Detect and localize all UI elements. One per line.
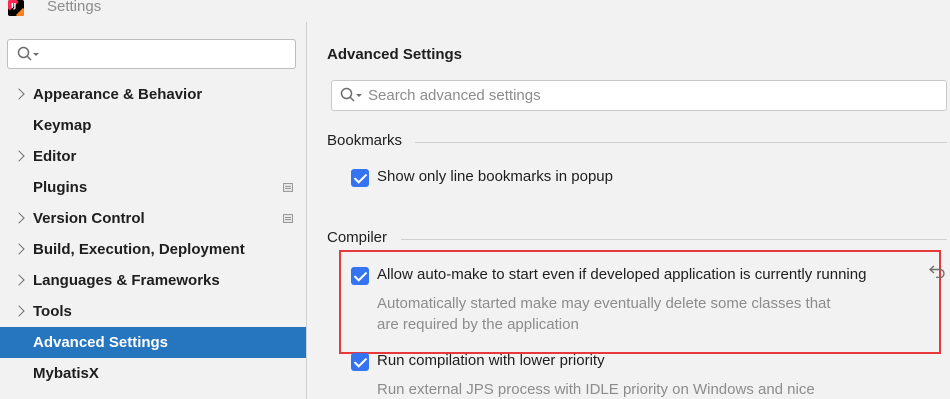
option-hint: are required by the application: [377, 316, 579, 333]
checkbox[interactable]: [351, 267, 369, 285]
sidebar-item-label: Build, Execution, Deployment: [33, 241, 245, 258]
chevron-right-icon[interactable]: [13, 243, 25, 255]
sidebar-item-label: MybatisX: [33, 365, 99, 382]
checkbox[interactable]: [351, 169, 369, 187]
search-input[interactable]: [368, 81, 938, 110]
settings-nav-tree: Appearance & Behavior Keymap Editor Plug…: [0, 79, 306, 389]
sidebar-item-tools[interactable]: Tools: [0, 296, 306, 327]
sidebar-item-label: Languages & Frameworks: [33, 272, 220, 289]
chevron-right-icon[interactable]: [13, 150, 25, 162]
sidebar-item-plugins[interactable]: Plugins: [0, 172, 306, 203]
sidebar-item-keymap[interactable]: Keymap: [0, 110, 306, 141]
sidebar-item-label: Version Control: [33, 210, 145, 227]
page-title: Advanced Settings: [327, 46, 463, 63]
option-label: Run compilation with lower priority: [377, 352, 605, 369]
sidebar-item-advanced-settings[interactable]: Advanced Settings: [0, 327, 306, 358]
project-level-page-icon: [283, 183, 293, 192]
chevron-right-icon[interactable]: [13, 274, 25, 286]
option-hint: Run external JPS process with IDLE prior…: [377, 381, 815, 398]
advanced-settings-search[interactable]: [331, 80, 947, 111]
checkbox[interactable]: [351, 353, 369, 371]
advanced-settings-panel: Advanced Settings Bookmarks Show only li…: [307, 22, 950, 399]
section-title-bookmarks: Bookmarks: [327, 132, 403, 149]
title-bar: IJ Settings: [0, 0, 950, 22]
sidebar-item-label: Plugins: [33, 179, 88, 196]
chevron-right-icon[interactable]: [13, 212, 25, 224]
section-divider: [401, 239, 947, 240]
sidebar-item-editor[interactable]: Editor: [0, 141, 306, 172]
intellij-idea-icon: IJ: [8, 0, 24, 16]
sidebar-item-appearance-behavior[interactable]: Appearance & Behavior: [0, 79, 306, 110]
sidebar-search-field[interactable]: [7, 39, 296, 69]
section-title-compiler: Compiler: [327, 229, 388, 246]
sidebar-item-languages-frameworks[interactable]: Languages & Frameworks: [0, 265, 306, 296]
sidebar-item-label: Editor: [33, 148, 77, 165]
sidebar-item-build-execution-deployment[interactable]: Build, Execution, Deployment: [0, 234, 306, 265]
sidebar-item-version-control[interactable]: Version Control: [0, 203, 306, 234]
sidebar-item-label: Appearance & Behavior: [33, 86, 203, 103]
option-label: Allow auto-make to start even if develop…: [377, 266, 867, 283]
sidebar-item-label: Advanced Settings: [33, 334, 169, 351]
section-divider: [415, 142, 947, 143]
project-level-page-icon: [283, 214, 293, 223]
window-title: Settings: [47, 0, 102, 15]
option-label: Show only line bookmarks in popup: [377, 168, 613, 185]
sidebar-item-label: Tools: [33, 303, 72, 320]
chevron-right-icon[interactable]: [13, 88, 25, 100]
search-icon[interactable]: [17, 46, 41, 62]
search-icon[interactable]: [340, 87, 364, 103]
chevron-right-icon[interactable]: [13, 305, 25, 317]
option-hint: Automatically started make may eventuall…: [377, 295, 831, 312]
sidebar-item-mybatisx[interactable]: MybatisX: [0, 358, 306, 389]
sidebar-item-label: Keymap: [33, 117, 92, 134]
reset-to-default-icon[interactable]: [929, 264, 947, 278]
settings-sidebar: Appearance & Behavior Keymap Editor Plug…: [0, 22, 306, 399]
